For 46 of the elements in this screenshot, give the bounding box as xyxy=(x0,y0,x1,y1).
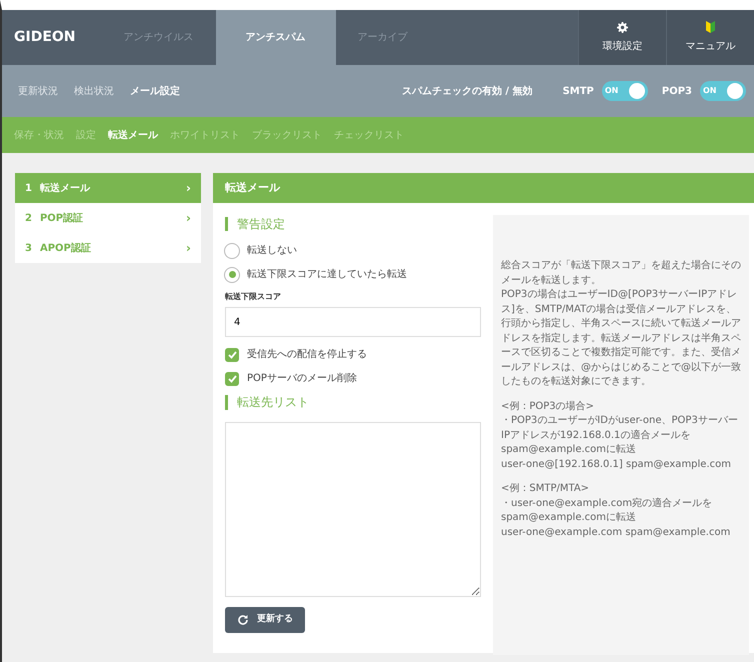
sub-tab[interactable]: 更新状況 xyxy=(10,84,66,98)
settings-tab[interactable]: ブラックリスト xyxy=(246,128,328,142)
sub-tab[interactable]: メール設定 xyxy=(122,84,188,98)
settings-tab[interactable]: 転送メール xyxy=(102,128,164,142)
nav-tab[interactable]: アンチウイルス xyxy=(102,10,216,65)
help-text: <例：SMTP/MTA> xyxy=(501,482,590,496)
help-text: 総合スコアが「転送下限スコア」を超えた場合にそのメールを転送します。 xyxy=(501,259,741,288)
radio-label: 転送しない xyxy=(247,244,297,258)
gear-icon xyxy=(617,22,628,32)
checkbox[interactable] xyxy=(225,372,239,386)
section-heading: 警告設定 xyxy=(225,217,481,232)
settings-tab[interactable]: 保存・状況 xyxy=(8,128,70,142)
help-text: POP3の場合はユーザーID@[POP3サーバーIPアドレス]を、SMTP/MATの場合は受信メールアドレスを、行頭から指定し、半角スペースに続いて転送メールアドレスを指定します。転送メールアドレスは半角スペースで区切ることで複数指定可能です。また、受信メールアドレスは、@からはじめることで@以下が一致したものを転送対象にできます。 xyxy=(501,288,741,389)
radio-button[interactable] xyxy=(225,268,239,282)
panel-header: 転送メール xyxy=(213,173,754,203)
checkbox-label: 受信先への配信を停止する xyxy=(247,348,367,362)
brand-logo: GIDEON xyxy=(13,28,77,47)
help-text: <例：POP3の場合> xyxy=(501,400,596,414)
checkbox-label: POPサーバのメール削除 xyxy=(247,372,357,386)
toggle-switch[interactable]: ON xyxy=(700,81,746,101)
check-icon xyxy=(228,374,236,383)
toggle-switch[interactable]: ON xyxy=(602,81,648,101)
radio-label: 転送下限スコアに達していたら転送 xyxy=(247,268,407,282)
help-text: user-one@example.com spam@example.com xyxy=(501,526,732,540)
sidebar-item[interactable]: 1 転送メール › xyxy=(15,173,201,203)
check-icon xyxy=(228,350,236,359)
toggle-label: POP3 xyxy=(662,84,692,98)
toggle-label: スパムチェックの有効 / 無効 xyxy=(402,84,533,98)
refresh-icon xyxy=(237,614,249,626)
leaf-icon xyxy=(706,21,715,33)
checkbox[interactable] xyxy=(225,348,239,362)
section-heading: 転送先リスト xyxy=(225,395,481,410)
field-label: 転送下限スコア xyxy=(225,291,282,304)
score-input-field[interactable]: 4 xyxy=(225,307,481,338)
help-text: user-one@[192.168.0.1] spam@example.com xyxy=(501,458,732,472)
radio-button[interactable] xyxy=(225,244,239,258)
toggle-label: SMTP xyxy=(562,84,594,98)
toolbar-button[interactable]: 環境設定 xyxy=(578,10,666,65)
settings-tab[interactable]: 設定 xyxy=(70,128,102,142)
sub-tab[interactable]: 検出状況 xyxy=(66,84,122,98)
update-button[interactable]: 更新する xyxy=(225,606,305,633)
settings-tab[interactable]: ホワイトリスト xyxy=(164,128,246,142)
toolbar-button[interactable]: マニュアル xyxy=(666,10,754,65)
settings-tab[interactable]: チェックリスト xyxy=(328,128,410,142)
nav-tab[interactable]: アーカイブ xyxy=(336,10,430,65)
nav-tab[interactable]: アンチスパム xyxy=(216,10,336,65)
